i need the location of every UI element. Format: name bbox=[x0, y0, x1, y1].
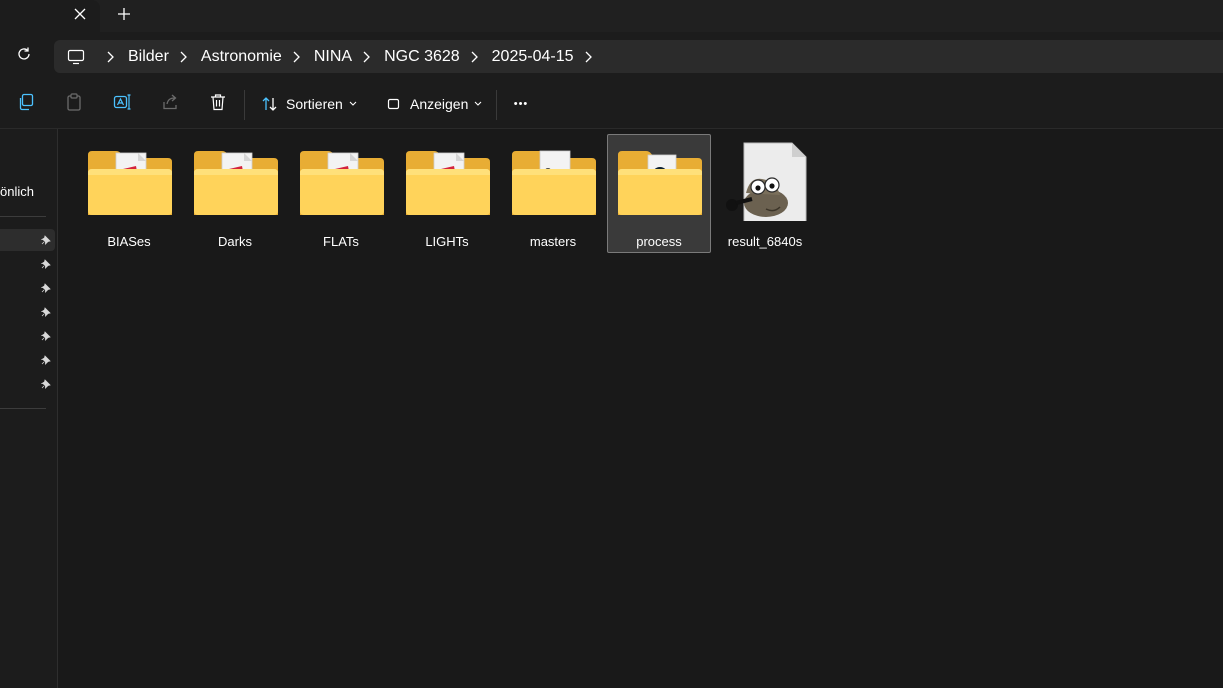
item-label: FLATs bbox=[323, 234, 359, 249]
chevron-right-icon[interactable] bbox=[358, 49, 374, 65]
command-bar: Sortieren Anzeigen ••• bbox=[0, 80, 1223, 129]
sort-button[interactable]: Sortieren bbox=[260, 92, 357, 116]
more-icon: ••• bbox=[513, 98, 529, 110]
new-tab-button[interactable] bbox=[112, 4, 136, 28]
copy-button[interactable] bbox=[14, 92, 38, 116]
folder-item[interactable]: Darks bbox=[183, 134, 287, 253]
view-button[interactable]: Anzeigen bbox=[384, 92, 482, 116]
sidebar-item-personal[interactable]: önlich bbox=[0, 184, 34, 199]
view-label: Anzeigen bbox=[410, 96, 469, 112]
file-list: BIASes Darks FLATs LIGHTs masters process resu… bbox=[58, 129, 1223, 688]
folder-item[interactable]: BIASes bbox=[77, 134, 181, 253]
breadcrumb-item[interactable]: 2025-04-15 bbox=[492, 48, 574, 66]
trash-icon bbox=[209, 93, 227, 116]
pin-icon[interactable] bbox=[40, 234, 52, 246]
close-icon bbox=[74, 7, 86, 25]
share-icon bbox=[161, 93, 179, 116]
breadcrumb-item[interactable]: NGC 3628 bbox=[384, 48, 460, 66]
rename-button[interactable] bbox=[110, 92, 134, 116]
sidebar-divider bbox=[0, 408, 46, 409]
address-bar[interactable]: Bilder Astronomie NINA NGC 3628 2025-04-15 bbox=[54, 40, 1223, 73]
refresh-icon bbox=[16, 46, 32, 67]
item-label: result_6840s bbox=[727, 234, 803, 249]
pin-icon[interactable] bbox=[40, 330, 52, 342]
tab-bar bbox=[0, 0, 1223, 32]
folder-item[interactable]: FLATs bbox=[289, 134, 393, 253]
copy-icon bbox=[17, 93, 35, 116]
sort-label: Sortieren bbox=[286, 96, 343, 112]
item-label: LIGHTs bbox=[425, 234, 469, 249]
navigation-pane: önlich bbox=[0, 129, 58, 688]
paste-button[interactable] bbox=[62, 92, 86, 116]
chevron-right-icon[interactable] bbox=[288, 49, 304, 65]
item-label: process bbox=[636, 234, 682, 249]
chevron-right-icon[interactable] bbox=[466, 49, 482, 65]
sidebar-divider bbox=[0, 216, 46, 217]
toolbar-separator bbox=[496, 90, 497, 120]
sort-icon bbox=[260, 94, 280, 114]
chevron-down-icon bbox=[474, 101, 482, 107]
pin-icon[interactable] bbox=[40, 282, 52, 294]
folder-item[interactable]: process bbox=[607, 134, 711, 253]
item-label: BIASes bbox=[107, 234, 151, 249]
more-options-button[interactable]: ••• bbox=[509, 92, 533, 116]
folder-item[interactable]: masters bbox=[501, 134, 605, 253]
chevron-down-icon bbox=[349, 101, 357, 107]
item-label: masters bbox=[529, 234, 577, 249]
item-label: Darks bbox=[218, 234, 252, 249]
folder-item[interactable]: LIGHTs bbox=[395, 134, 499, 253]
breadcrumb-item[interactable]: Astronomie bbox=[201, 48, 282, 66]
chevron-right-icon[interactable] bbox=[580, 49, 596, 65]
chevron-right-icon[interactable] bbox=[102, 49, 118, 65]
navigation-bar: Bilder Astronomie NINA NGC 3628 2025-04-15 bbox=[0, 32, 1223, 80]
pin-icon[interactable] bbox=[40, 378, 52, 390]
refresh-button[interactable] bbox=[12, 44, 36, 68]
toolbar-separator bbox=[244, 90, 245, 120]
close-tab-button[interactable] bbox=[68, 4, 92, 28]
pin-icon[interactable] bbox=[40, 258, 52, 270]
rename-icon bbox=[113, 93, 131, 116]
breadcrumb-item[interactable]: NINA bbox=[314, 48, 352, 66]
breadcrumb: Bilder Astronomie NINA NGC 3628 2025-04-15 bbox=[66, 40, 606, 73]
plus-icon bbox=[118, 7, 130, 25]
breadcrumb-item[interactable]: Bilder bbox=[128, 48, 169, 66]
pin-icon[interactable] bbox=[40, 306, 52, 318]
computer-icon[interactable] bbox=[66, 47, 86, 67]
active-tab[interactable] bbox=[0, 0, 100, 32]
share-button[interactable] bbox=[158, 92, 182, 116]
view-icon bbox=[384, 94, 404, 114]
pin-icon[interactable] bbox=[40, 354, 52, 366]
chevron-right-icon[interactable] bbox=[175, 49, 191, 65]
file-item[interactable]: result_6840s bbox=[713, 134, 817, 253]
delete-button[interactable] bbox=[206, 92, 230, 116]
paste-icon bbox=[65, 92, 83, 116]
